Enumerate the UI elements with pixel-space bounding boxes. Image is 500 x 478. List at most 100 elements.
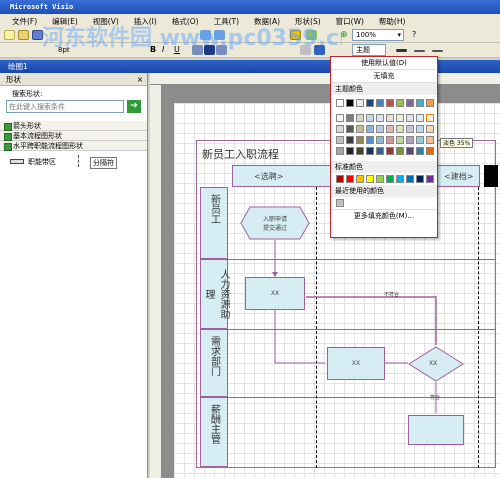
theme-color-swatch[interactable] xyxy=(336,136,344,144)
theme-color-swatch[interactable] xyxy=(386,147,394,155)
theme-color-swatch[interactable] xyxy=(386,114,394,122)
theme-color-swatch[interactable] xyxy=(416,114,424,122)
standard-color-swatch[interactable] xyxy=(416,175,424,183)
theme-color-swatch[interactable] xyxy=(336,125,344,133)
theme-color-swatch[interactable] xyxy=(416,147,424,155)
theme-color-swatch[interactable] xyxy=(376,147,384,155)
standard-color-swatch[interactable] xyxy=(346,175,354,183)
line-ends-icon[interactable] xyxy=(432,50,443,52)
theme-color-swatch[interactable] xyxy=(396,99,404,107)
help-icon[interactable]: ? xyxy=(412,30,422,40)
theme-color-swatch[interactable] xyxy=(376,99,384,107)
menu-item-9[interactable]: 帮助(H) xyxy=(379,16,406,27)
line-weight-icon[interactable] xyxy=(396,49,407,52)
close-icon[interactable]: × xyxy=(137,73,143,86)
standard-color-swatch[interactable] xyxy=(396,175,404,183)
theme-color-swatch[interactable] xyxy=(376,114,384,122)
shapes-grid: 职能带区 分隔符 xyxy=(0,155,147,171)
theme-color-swatch[interactable] xyxy=(396,136,404,144)
theme-color-swatch[interactable] xyxy=(346,99,354,107)
zoom-value: 100% xyxy=(356,31,377,39)
theme-color-swatch[interactable] xyxy=(426,125,434,133)
theme-color-swatch[interactable] xyxy=(336,147,344,155)
theme-color-swatch[interactable] xyxy=(376,136,384,144)
theme-color-swatch[interactable] xyxy=(376,125,384,133)
theme-color-swatch[interactable] xyxy=(386,136,394,144)
lane-text-1: 新员工 xyxy=(208,194,220,224)
diagram-title: 新员工入职流程 xyxy=(202,148,279,161)
theme-color-swatch[interactable] xyxy=(346,125,354,133)
theme-color-swatch[interactable] xyxy=(356,125,364,133)
search-go-button[interactable]: ➔ xyxy=(127,100,141,113)
shape-item-swimlane[interactable]: 职能带区 xyxy=(28,157,56,167)
standard-color-swatch[interactable] xyxy=(336,175,344,183)
theme-color-swatch[interactable] xyxy=(366,125,374,133)
more-fill-colors-option[interactable]: 更多填充颜色(M)... xyxy=(331,209,437,222)
theme-label: 主题 xyxy=(356,46,370,54)
theme-color-swatch[interactable] xyxy=(356,114,364,122)
theme-color-swatch[interactable] xyxy=(346,114,354,122)
lane-text-4: 薪酬主管 xyxy=(208,404,220,444)
theme-color-swatch[interactable] xyxy=(366,99,374,107)
standard-color-swatch[interactable] xyxy=(426,175,434,183)
theme-color-swatch[interactable] xyxy=(396,114,404,122)
theme-color-swatch[interactable] xyxy=(396,125,404,133)
zoom-select[interactable]: 100% ▾ xyxy=(352,29,404,41)
line-pattern-icon[interactable] xyxy=(414,50,425,52)
vertical-ruler xyxy=(150,85,162,478)
standard-color-swatch[interactable] xyxy=(386,175,394,183)
theme-color-swatch[interactable] xyxy=(406,136,414,144)
theme-color-swatch[interactable] xyxy=(386,125,394,133)
lane-label-3[interactable]: 需求部门 xyxy=(200,329,228,397)
open-icon[interactable] xyxy=(18,30,29,40)
stencil-item-0[interactable]: 箭头形状 xyxy=(0,121,147,131)
theme-color-swatch[interactable] xyxy=(406,147,414,155)
chevron-down-icon: ▾ xyxy=(397,31,401,39)
lane-label-4[interactable]: 薪酬主管 xyxy=(200,397,228,467)
theme-color-swatch[interactable] xyxy=(356,99,364,107)
shape-item-separator[interactable]: 分隔符 xyxy=(90,157,117,169)
theme-color-swatch[interactable] xyxy=(386,99,394,107)
theme-color-swatch[interactable] xyxy=(416,125,424,133)
standard-color-swatch[interactable] xyxy=(406,175,414,183)
stencil-item-1[interactable]: 基本流程图形状 xyxy=(0,131,147,141)
theme-color-swatch[interactable] xyxy=(426,147,434,155)
theme-color-swatch[interactable] xyxy=(346,147,354,155)
theme-color-swatch[interactable] xyxy=(416,99,424,107)
theme-color-swatch[interactable] xyxy=(366,114,374,122)
new-icon[interactable] xyxy=(4,30,15,40)
shapes-pane: 形状 × 搜索形状: ➔ 箭头形状基本流程图形状水平跨职能流程图形状 职能带区 … xyxy=(0,73,148,478)
theme-color-swatch[interactable] xyxy=(426,136,434,144)
standard-color-swatch[interactable] xyxy=(356,175,364,183)
standard-color-swatch[interactable] xyxy=(376,175,384,183)
standard-color-swatch[interactable] xyxy=(366,175,374,183)
shapes-pane-title: 形状 xyxy=(6,75,21,84)
theme-button[interactable]: 主题 xyxy=(352,44,386,56)
theme-color-swatch[interactable] xyxy=(406,99,414,107)
horizontal-ruler xyxy=(150,73,500,85)
menu-item-0[interactable]: 文件(F) xyxy=(12,16,37,27)
theme-color-swatch[interactable] xyxy=(336,99,344,107)
use-default-option[interactable]: 使用默认值(D) xyxy=(331,57,437,70)
swimlane-shape-icon[interactable] xyxy=(10,159,24,164)
theme-color-swatch[interactable] xyxy=(406,114,414,122)
theme-color-swatch[interactable] xyxy=(426,99,434,107)
theme-color-swatch[interactable] xyxy=(356,147,364,155)
theme-color-swatch[interactable] xyxy=(356,136,364,144)
recent-color-swatch[interactable] xyxy=(336,199,344,207)
theme-color-swatch[interactable] xyxy=(346,136,354,144)
separator-shape-icon[interactable] xyxy=(78,155,79,167)
theme-color-swatch[interactable] xyxy=(366,136,374,144)
theme-color-swatch[interactable] xyxy=(396,147,404,155)
no-fill-option[interactable]: 无填充 xyxy=(331,70,437,83)
theme-color-swatch[interactable] xyxy=(336,114,344,122)
lane-label-1[interactable]: 新员工 xyxy=(200,187,228,259)
theme-color-swatch[interactable] xyxy=(366,147,374,155)
theme-color-swatch[interactable] xyxy=(406,125,414,133)
search-label: 搜索形状: xyxy=(12,90,43,98)
search-input[interactable] xyxy=(6,100,124,113)
lane-label-2[interactable]: 人力资源助理 xyxy=(200,259,229,329)
theme-color-swatch[interactable] xyxy=(416,136,424,144)
stencil-item-2[interactable]: 水平跨职能流程图形状 xyxy=(0,141,147,151)
theme-color-swatch[interactable] xyxy=(426,114,434,122)
